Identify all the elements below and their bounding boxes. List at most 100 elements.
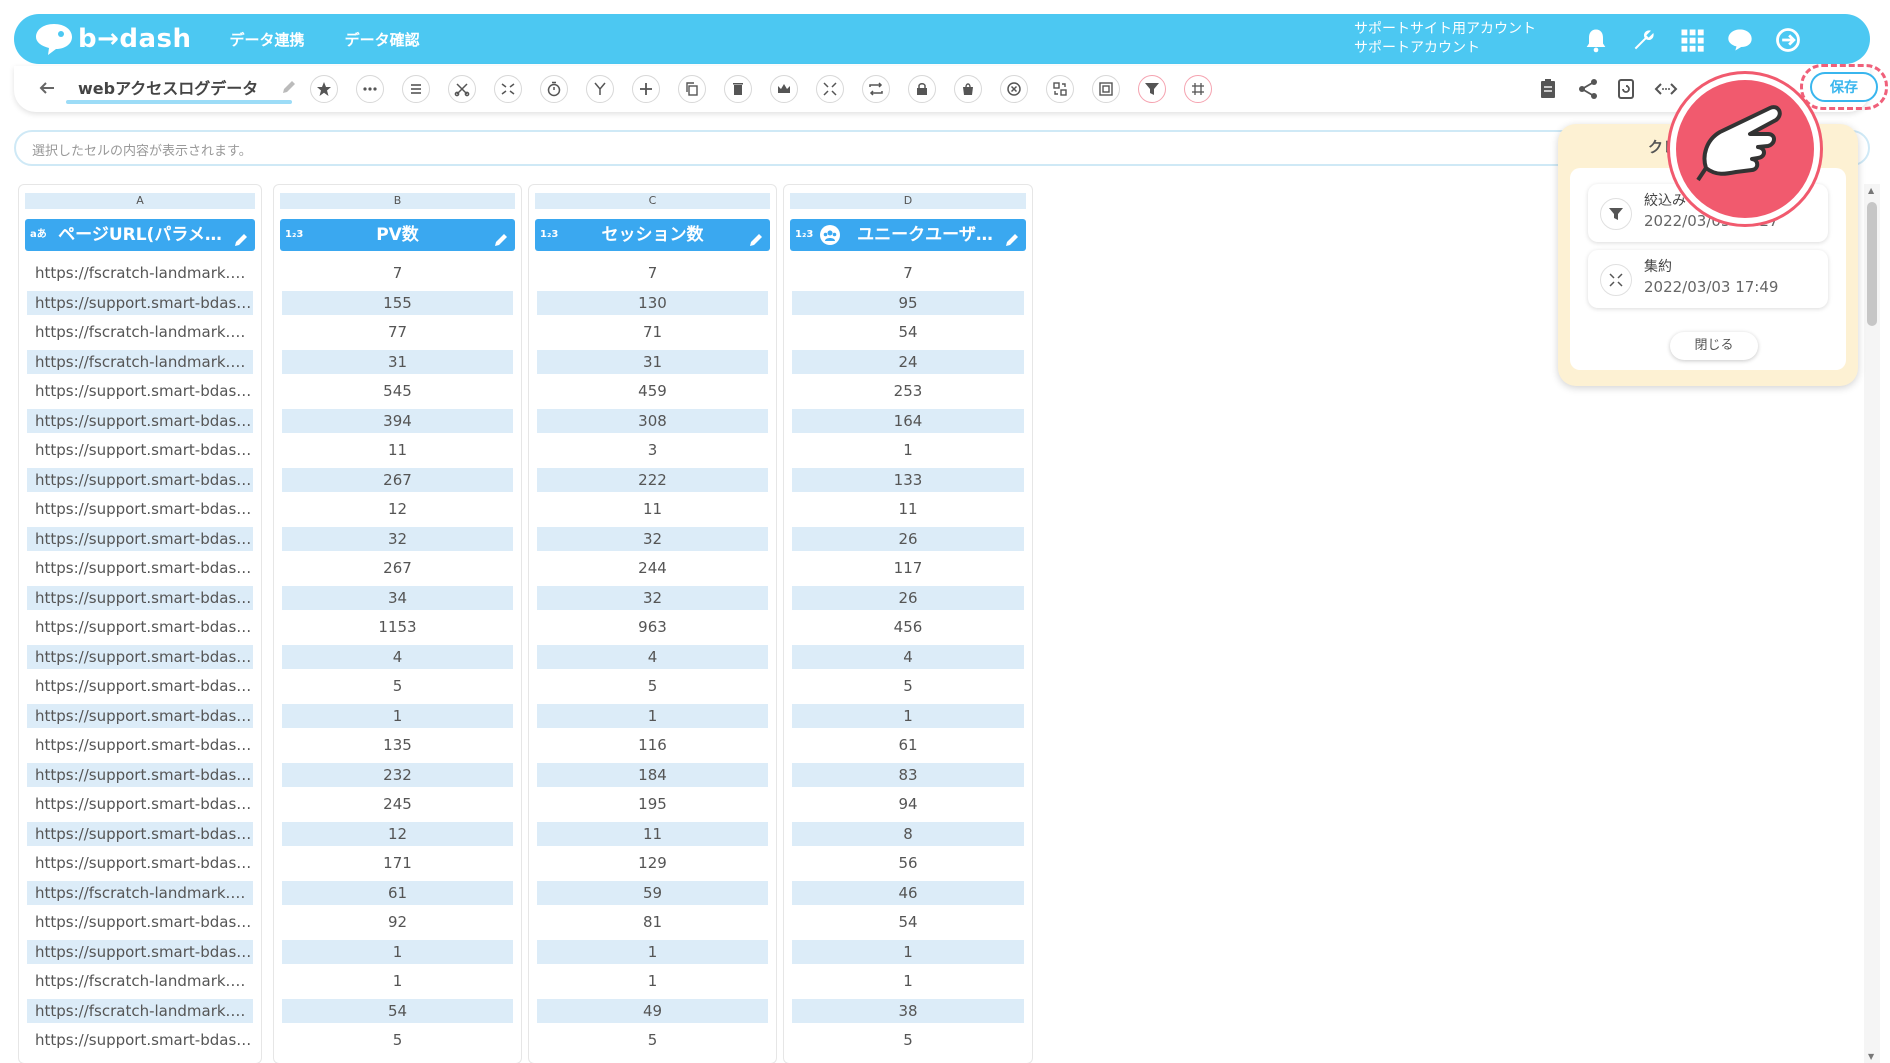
url-cell[interactable]: https://support.smart-bdash... [27,408,253,433]
trash-icon[interactable] [724,75,752,103]
url-cell[interactable]: https://support.smart-bdash... [27,733,253,757]
number-cell[interactable]: 59 [537,880,768,905]
scissors-icon[interactable] [448,75,476,103]
plus-icon[interactable] [632,75,660,103]
number-cell[interactable]: 5 [537,1028,768,1052]
column-header[interactable]: 1₂3 PV数 [280,219,515,251]
number-cell[interactable]: 11 [282,438,513,462]
number-cell[interactable]: 31 [282,349,513,374]
number-cell[interactable]: 394 [282,408,513,433]
url-cell[interactable]: https://fscratch-landmark.co... [27,998,253,1023]
number-cell[interactable]: 26 [792,585,1024,610]
number-cell[interactable]: 38 [792,998,1024,1023]
number-cell[interactable]: 1 [537,703,768,728]
bag-icon[interactable] [954,75,982,103]
number-cell[interactable]: 130 [537,290,768,315]
number-cell[interactable]: 245 [282,792,513,816]
scroll-down-icon[interactable]: ▼ [1868,1052,1874,1061]
url-cell[interactable]: https://support.smart-bdash... [27,379,253,403]
url-cell[interactable]: https://support.smart-bdash... [27,556,253,580]
clipboard-icon[interactable] [1536,77,1560,101]
refresh-icon[interactable] [1614,77,1638,101]
number-cell[interactable]: 1 [282,969,513,993]
number-cell[interactable]: 3 [537,438,768,462]
number-cell[interactable]: 1 [282,703,513,728]
edit-pencil-icon[interactable] [233,227,249,246]
url-cell[interactable]: https://support.smart-bdash... [27,910,253,934]
timer-icon[interactable] [540,75,568,103]
url-cell[interactable]: https://support.smart-bdash... [27,674,253,698]
url-cell[interactable]: https://support.smart-bdash... [27,851,253,875]
url-cell[interactable]: https://support.smart-bdash... [27,1028,253,1052]
number-cell[interactable]: 232 [282,762,513,787]
number-cell[interactable]: 4 [792,644,1024,669]
url-cell[interactable]: https://support.smart-bdash... [27,792,253,816]
merge-icon[interactable] [494,75,522,103]
number-cell[interactable]: 83 [792,762,1024,787]
frame-icon[interactable] [1092,75,1120,103]
url-cell[interactable]: https://support.smart-bdash... [27,762,253,787]
number-cell[interactable]: 46 [792,880,1024,905]
url-cell[interactable]: https://support.smart-bdash... [27,644,253,669]
number-cell[interactable]: 7 [282,261,513,285]
number-cell[interactable]: 1 [792,969,1024,993]
url-cell[interactable]: https://support.smart-bdash... [27,703,253,728]
number-cell[interactable]: 1 [792,939,1024,964]
number-cell[interactable]: 12 [282,497,513,521]
url-cell[interactable]: https://fscratch-landmark.co... [27,349,253,374]
column-letter[interactable]: D [790,193,1026,209]
url-cell[interactable]: https://support.smart-bdash... [27,467,253,492]
repeat-icon[interactable] [862,75,890,103]
crown-icon[interactable] [770,75,798,103]
number-cell[interactable]: 133 [792,467,1024,492]
number-cell[interactable]: 253 [792,379,1024,403]
column-letter[interactable]: C [535,193,770,209]
number-cell[interactable]: 5 [792,674,1024,698]
url-cell[interactable]: https://support.smart-bdash... [27,615,253,639]
column-header[interactable]: 1₂3 セッション数 [535,219,770,251]
number-cell[interactable]: 54 [792,320,1024,344]
number-cell[interactable]: 49 [537,998,768,1023]
number-cell[interactable]: 184 [537,762,768,787]
number-cell[interactable]: 545 [282,379,513,403]
number-cell[interactable]: 61 [282,880,513,905]
column-letter[interactable]: A [25,193,255,209]
logout-icon[interactable] [1774,26,1802,54]
filter-icon[interactable] [1138,75,1166,103]
number-cell[interactable]: 222 [537,467,768,492]
number-cell[interactable]: 1153 [282,615,513,639]
history-item-aggregate[interactable]: 集約 2022/03/03 17:49 [1588,250,1828,308]
scroll-thumb[interactable] [1867,202,1877,326]
back-arrow-icon[interactable] [36,77,58,99]
number-cell[interactable]: 267 [282,556,513,580]
number-cell[interactable]: 267 [282,467,513,492]
number-cell[interactable]: 129 [537,851,768,875]
edit-pencil-icon[interactable] [748,227,764,246]
number-cell[interactable]: 7 [792,261,1024,285]
number-cell[interactable]: 11 [537,497,768,521]
number-cell[interactable]: 54 [792,910,1024,934]
number-cell[interactable]: 34 [282,585,513,610]
nav-data-check[interactable]: データ確認 [345,29,420,50]
number-cell[interactable]: 11 [537,821,768,846]
vertical-scrollbar[interactable]: ▲ ▼ [1864,184,1880,1063]
star-icon[interactable] [310,75,338,103]
number-cell[interactable]: 1 [792,703,1024,728]
number-cell[interactable]: 61 [792,733,1024,757]
number-cell[interactable]: 12 [282,821,513,846]
url-cell[interactable]: https://support.smart-bdash... [27,438,253,462]
grid-icon[interactable] [1184,75,1212,103]
fork-icon[interactable] [586,75,614,103]
number-cell[interactable]: 135 [282,733,513,757]
more-icon[interactable] [356,75,384,103]
close-button[interactable]: 閉じる [1670,332,1758,360]
number-cell[interactable]: 1 [282,939,513,964]
number-cell[interactable]: 11 [792,497,1024,521]
number-cell[interactable]: 5 [537,674,768,698]
cancel-icon[interactable] [1000,75,1028,103]
number-cell[interactable]: 71 [537,320,768,344]
number-cell[interactable]: 32 [537,526,768,551]
number-cell[interactable]: 5 [282,674,513,698]
collapse-icon[interactable] [816,75,844,103]
edit-pencil-icon[interactable] [493,227,509,246]
